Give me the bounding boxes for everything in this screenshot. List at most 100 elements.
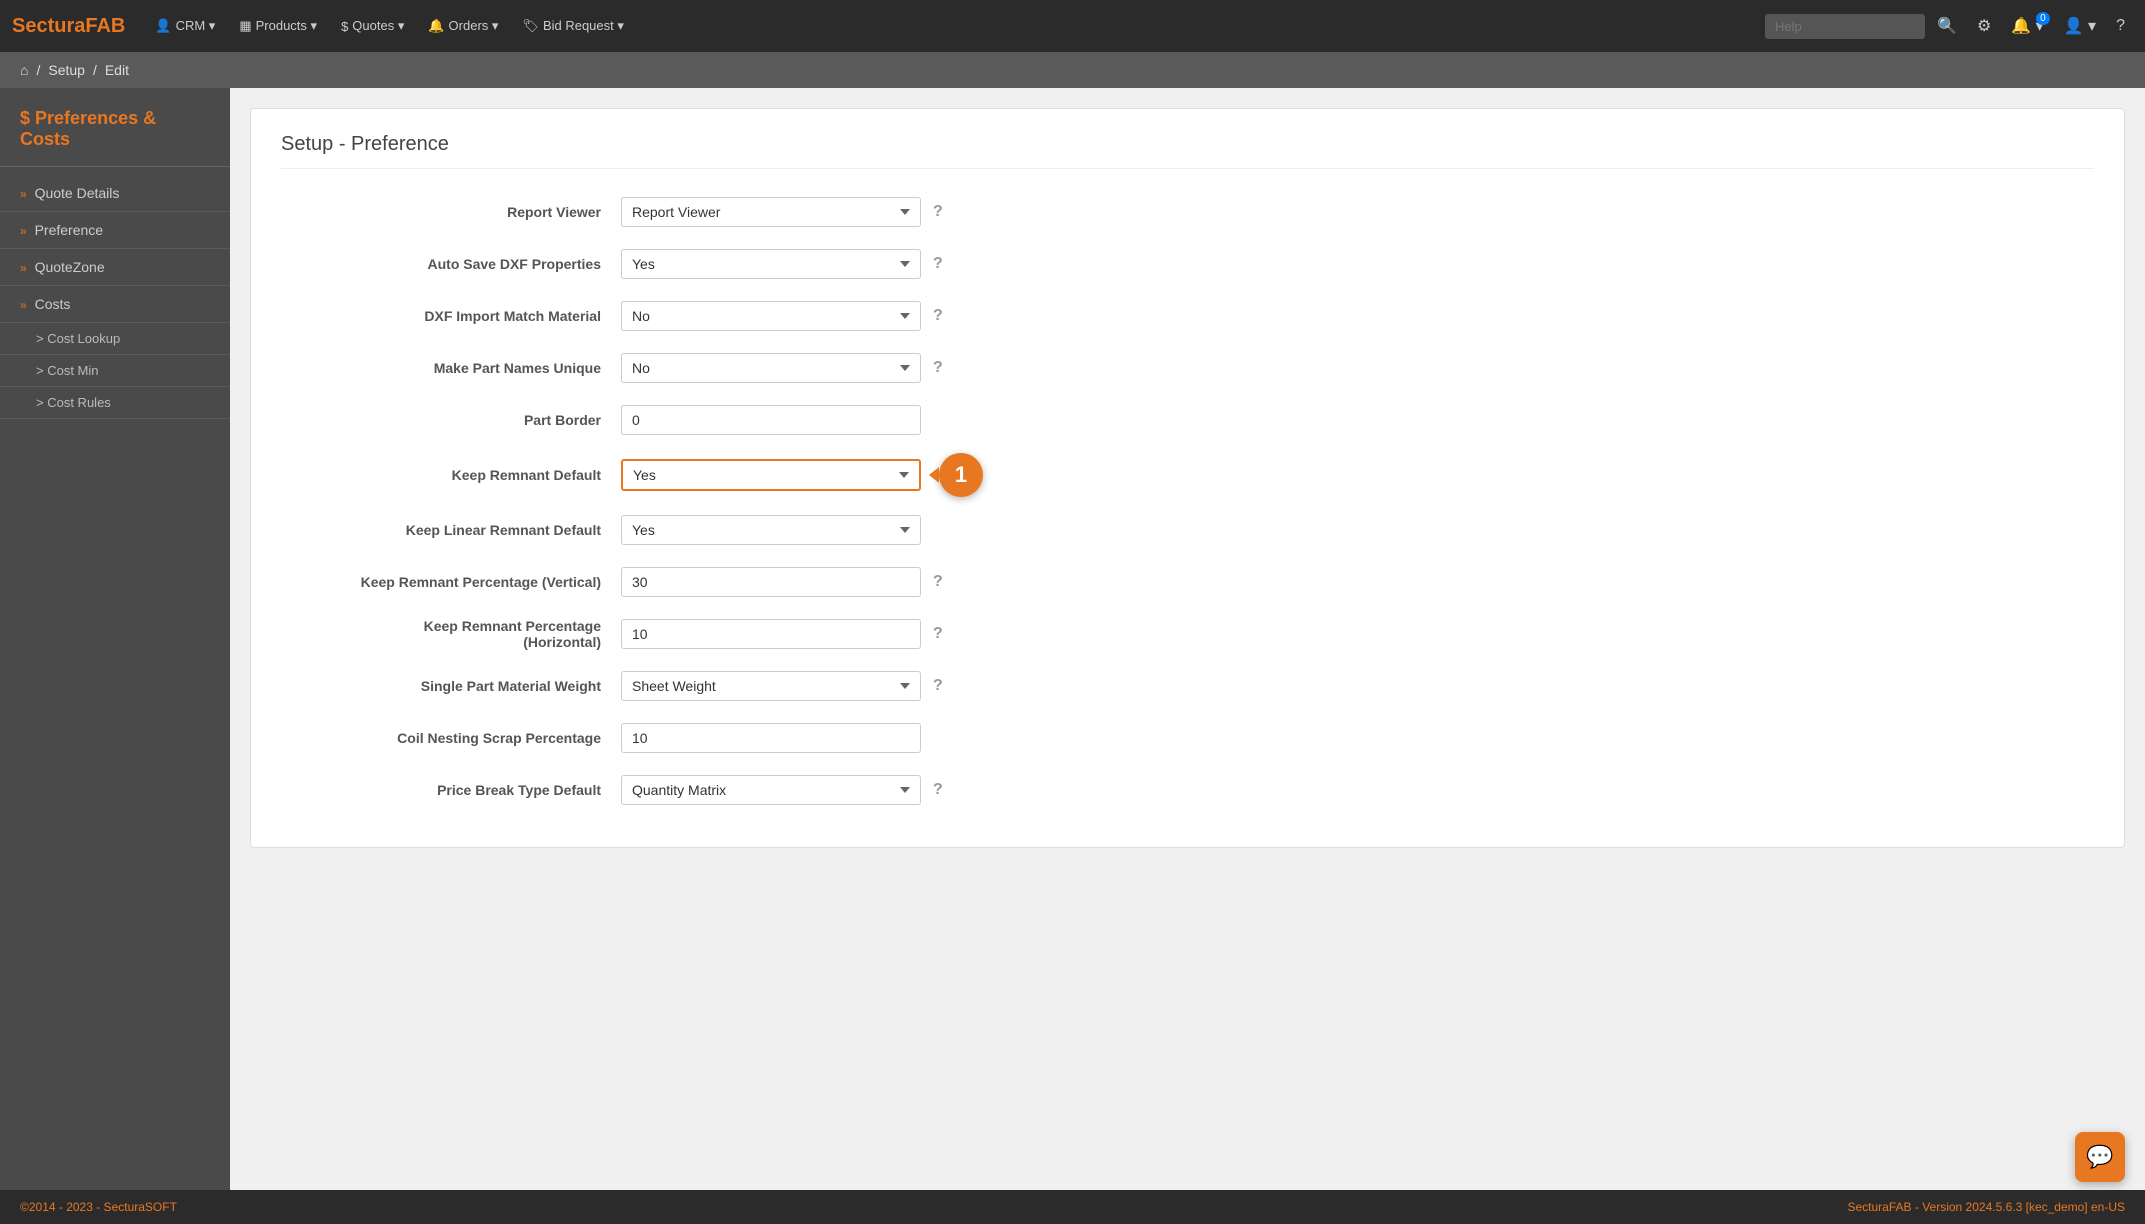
nav-products[interactable]: ▦ Products ▾ [229,12,327,40]
sidebar-item-quote-details[interactable]: » Quote Details [0,175,230,212]
form-row-keep-linear-remnant: Keep Linear Remnant Default Yes No [281,511,2094,549]
breadcrumb: ⌂ / Setup / Edit [0,52,2145,88]
sidebar-title-icon: $ [20,108,30,128]
form-row-coil-scrap: Coil Nesting Scrap Percentage [281,719,2094,757]
sidebar-item-quotezone[interactable]: » QuoteZone [0,249,230,286]
chevron-small-icon: > [36,363,47,378]
sidebar-title: $ Preferences & Costs [0,108,230,167]
chat-icon: 💬 [2086,1144,2113,1170]
select-dxf-import[interactable]: No Yes [621,301,921,331]
help-report-viewer[interactable]: ? [933,203,943,221]
select-part-names-unique[interactable]: No Yes [621,353,921,383]
sidebar-sub-label: Cost Lookup [47,331,120,346]
tag-icon: 🏷 [522,18,539,34]
footer: ©2014 - 2023 - SecturaSOFT SecturaFAB - … [0,1190,2145,1224]
select-price-break-type[interactable]: Quantity Matrix [621,775,921,805]
label-remnant-pct-vertical: Keep Remnant Percentage (Vertical) [281,574,621,590]
help-icon-button[interactable]: ? [2108,11,2133,41]
help-remnant-pct-horizontal[interactable]: ? [933,625,943,643]
grid-icon: ▦ [239,18,251,34]
input-part-border[interactable] [621,405,921,435]
sidebar-sub-label: Cost Min [47,363,98,378]
callout-number: 1 [955,462,967,488]
page-title: Setup - Preference [281,133,2094,169]
brand-end: FAB [85,15,125,37]
select-auto-save-dxf[interactable]: Yes No [621,249,921,279]
help-search-input[interactable] [1765,14,1925,39]
footer-version-brand: FAB [1889,1200,1912,1214]
help-part-names-unique[interactable]: ? [933,359,943,377]
sidebar-item-label: Costs [35,296,71,312]
footer-copyright: ©2014 - 2023 - SecturaSOFT [20,1200,177,1214]
notifications-button[interactable]: 🔔 0 ▾ [2003,10,2051,42]
footer-brand: SOFT [145,1200,177,1214]
user-menu-button[interactable]: 👤 ▾ [2056,10,2104,42]
label-material-weight: Single Part Material Weight [281,678,621,694]
label-coil-scrap: Coil Nesting Scrap Percentage [281,730,621,746]
chevron-right-icon: » [20,298,27,312]
input-remnant-pct-vertical[interactable] [621,567,921,597]
sidebar-item-preference[interactable]: » Preference [0,212,230,249]
help-price-break-type[interactable]: ? [933,781,943,799]
dollar-icon: $ [341,19,348,34]
chevron-small-icon: > [36,331,47,346]
label-auto-save-dxf: Auto Save DXF Properties [281,256,621,272]
sidebar-item-cost-min[interactable]: > Cost Min [0,355,230,387]
form-row-part-names-unique: Make Part Names Unique No Yes ? [281,349,2094,387]
sidebar-item-label: Preference [35,222,103,238]
breadcrumb-home[interactable]: ⌂ [20,62,28,78]
sidebar: $ Preferences & Costs » Quote Details » … [0,88,230,1190]
settings-icon-button[interactable]: ⚙ [1969,10,1999,42]
form-row-remnant-pct-horizontal: Keep Remnant Percentage(Horizontal) ? [281,615,2094,653]
help-material-weight[interactable]: ? [933,677,943,695]
select-material-weight[interactable]: Sheet Weight Part Weight [621,671,921,701]
form-row-keep-remnant-default: Keep Remnant Default Yes No 1 [281,453,2094,497]
label-remnant-pct-horizontal: Keep Remnant Percentage(Horizontal) [281,618,621,650]
form-row-auto-save-dxf: Auto Save DXF Properties Yes No ? [281,245,2094,283]
nav-crm[interactable]: 👤 CRM ▾ [145,12,225,40]
label-part-border: Part Border [281,412,621,428]
sidebar-item-costs[interactable]: » Costs [0,286,230,323]
select-report-viewer[interactable]: Report Viewer [621,197,921,227]
brand-logo[interactable]: SecturaFAB [12,15,125,38]
form-row-price-break-type: Price Break Type Default Quantity Matrix… [281,771,2094,809]
help-auto-save-dxf[interactable]: ? [933,255,943,273]
chat-widget-button[interactable]: 💬 [2075,1132,2125,1182]
bell-icon: 🔔 [428,18,444,34]
chevron-small-icon: > [36,395,47,410]
form-row-report-viewer: Report Viewer Report Viewer ? [281,193,2094,231]
form-row-material-weight: Single Part Material Weight Sheet Weight… [281,667,2094,705]
sidebar-item-cost-rules[interactable]: > Cost Rules [0,387,230,419]
sidebar-sub-label: Cost Rules [47,395,111,410]
sidebar-item-label: QuoteZone [35,259,105,275]
select-keep-linear-remnant[interactable]: Yes No [621,515,921,545]
label-keep-remnant-default: Keep Remnant Default [281,467,621,483]
nav-quotes[interactable]: $ Quotes ▾ [331,12,414,40]
main-content: Setup - Preference Report Viewer Report … [230,88,2145,1190]
form-row-dxf-import: DXF Import Match Material No Yes ? [281,297,2094,335]
help-dxf-import[interactable]: ? [933,307,943,325]
select-keep-remnant-default[interactable]: Yes No [621,459,921,491]
breadcrumb-sep2: / [93,62,97,78]
chevron-right-icon: » [20,224,27,238]
breadcrumb-sep1: / [36,62,40,78]
sidebar-item-label: Quote Details [35,185,120,201]
help-remnant-pct-vertical[interactable]: ? [933,573,943,591]
label-report-viewer: Report Viewer [281,204,621,220]
nav-orders[interactable]: 🔔 Orders ▾ [418,12,508,40]
chevron-right-icon: » [20,187,27,201]
notification-badge: 0 [2036,12,2050,25]
breadcrumb-setup[interactable]: Setup [48,62,85,78]
label-dxf-import: DXF Import Match Material [281,308,621,324]
brand-start: Sectura [12,15,85,37]
label-keep-linear-remnant: Keep Linear Remnant Default [281,522,621,538]
sidebar-item-cost-lookup[interactable]: > Cost Lookup [0,323,230,355]
form-row-part-border: Part Border [281,401,2094,439]
top-navigation: SecturaFAB 👤 CRM ▾ ▦ Products ▾ $ Quotes… [0,0,2145,52]
input-remnant-pct-horizontal[interactable] [621,619,921,649]
label-part-names-unique: Make Part Names Unique [281,360,621,376]
search-icon-button[interactable]: 🔍 [1929,10,1965,42]
input-coil-scrap[interactable] [621,723,921,753]
person-icon: 👤 [155,18,171,34]
nav-bid-request[interactable]: 🏷 Bid Request ▾ [512,12,633,40]
